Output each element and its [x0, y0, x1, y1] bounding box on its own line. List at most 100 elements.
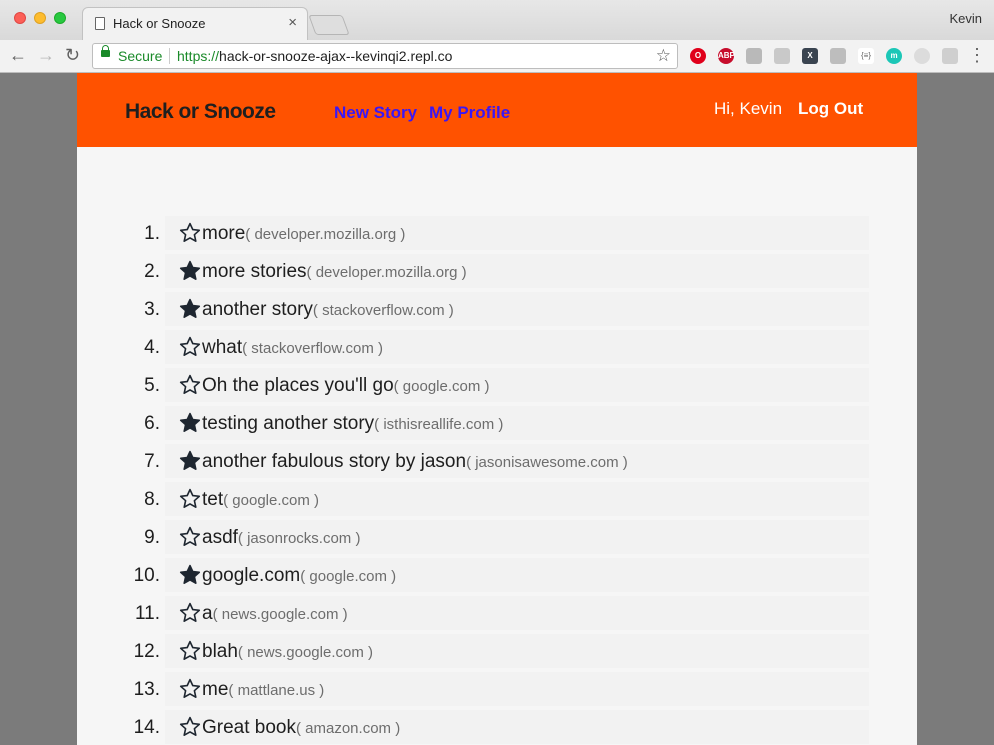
story-title[interactable]: tet	[202, 489, 223, 510]
url-text[interactable]: https://hack-or-snooze-ajax--kevinqi2.re…	[177, 48, 452, 64]
story-row: 7. another fabulous story by jason( jason…	[144, 444, 869, 478]
m-extension-icon[interactable]: m	[886, 48, 902, 64]
filled-star-icon[interactable]	[179, 260, 201, 282]
minimize-window-button[interactable]	[34, 12, 46, 24]
cube-icon[interactable]	[746, 48, 762, 64]
flask-icon[interactable]	[774, 48, 790, 64]
outline-star-icon[interactable]	[179, 678, 201, 700]
story-title[interactable]: blah	[202, 641, 238, 662]
story-title[interactable]: another story	[202, 299, 313, 320]
new-tab-button[interactable]	[308, 15, 350, 35]
back-arrow-icon[interactable]: ←	[9, 45, 27, 65]
url-host: hack-or-snooze-ajax--kevinqi2.repl.co	[219, 48, 453, 64]
filled-star-icon[interactable]	[179, 450, 201, 472]
close-window-button[interactable]	[14, 12, 26, 24]
filled-star-icon[interactable]	[179, 298, 201, 320]
story-hostname: ( amazon.com )	[296, 720, 401, 737]
story-link[interactable]: testing another story( isthisreallife.co…	[202, 413, 503, 435]
window-titlebar: Hack or Snooze × Kevin	[0, 0, 994, 40]
story-hostname: ( google.com )	[223, 492, 319, 509]
story-hostname: ( mattlane.us )	[228, 682, 325, 699]
new-story-link[interactable]: New Story	[334, 103, 417, 123]
story-link[interactable]: Oh the places you'll go( google.com )	[202, 375, 490, 397]
story-number: 2.	[144, 261, 160, 282]
story-number: 5.	[144, 375, 160, 396]
url-scheme: https://	[177, 48, 220, 64]
story-link[interactable]: asdf( jasonrocks.com )	[202, 527, 360, 549]
story-title[interactable]: what	[202, 337, 242, 358]
outline-star-icon[interactable]	[179, 640, 201, 662]
story-title[interactable]: asdf	[202, 527, 238, 548]
story-number: 13.	[133, 679, 160, 700]
story-hostname: ( news.google.com )	[212, 606, 348, 623]
opera-icon[interactable]: O	[690, 48, 706, 64]
address-separator	[169, 48, 170, 64]
outline-star-icon[interactable]	[179, 336, 201, 358]
story-link[interactable]: blah( news.google.com )	[202, 641, 373, 663]
story-number: 6.	[144, 413, 160, 434]
story-title[interactable]: testing another story	[202, 413, 374, 434]
story-row: 11. a( news.google.com )	[135, 596, 869, 630]
x-extension-icon[interactable]: X	[802, 48, 818, 64]
json-icon[interactable]: {≡}	[858, 48, 874, 64]
outline-star-icon[interactable]	[179, 602, 201, 624]
reload-icon[interactable]: ↻	[65, 45, 80, 65]
outline-star-icon[interactable]	[179, 488, 201, 510]
story-hostname: ( stackoverflow.com )	[312, 302, 454, 319]
outline-star-icon[interactable]	[179, 526, 201, 548]
story-title[interactable]: more stories	[202, 261, 307, 282]
circle-extension-icon[interactable]	[914, 48, 930, 64]
story-hostname: ( developer.mozilla.org )	[245, 226, 406, 243]
story-row: 8. tet( google.com )	[144, 482, 869, 516]
user-greeting: Hi, Kevin	[714, 99, 783, 118]
outline-star-icon[interactable]	[179, 374, 201, 396]
story-hostname: ( jasonrocks.com )	[237, 530, 361, 547]
story-title[interactable]: another fabulous story by jason	[202, 451, 466, 472]
story-link[interactable]: another story( stackoverflow.com )	[202, 299, 454, 321]
tab-close-icon[interactable]: ×	[288, 14, 297, 31]
story-number: 8.	[144, 489, 160, 510]
story-number: 7.	[144, 451, 160, 472]
story-link[interactable]: google.com( google.com )	[202, 565, 396, 587]
story-title[interactable]: Oh the places you'll go	[202, 375, 394, 396]
browser-toolbar: ← → ↻ Secure https://hack-or-snooze-ajax…	[0, 40, 994, 73]
page-icon	[95, 17, 105, 30]
story-title[interactable]: Great book	[202, 717, 296, 738]
story-link[interactable]: Great book( amazon.com )	[202, 717, 400, 739]
story-link[interactable]: what( stackoverflow.com )	[202, 337, 383, 359]
story-title[interactable]: more	[202, 223, 245, 244]
outline-star-icon[interactable]	[179, 716, 201, 738]
forward-arrow-icon[interactable]: →	[37, 45, 55, 65]
grid-extension-icon[interactable]	[830, 48, 846, 64]
filled-star-icon[interactable]	[179, 412, 201, 434]
story-hostname: ( google.com )	[393, 378, 490, 395]
profile-name[interactable]: Kevin	[949, 11, 982, 26]
story-link[interactable]: tet( google.com )	[202, 489, 319, 511]
filled-star-icon[interactable]	[179, 564, 201, 586]
story-link[interactable]: me( mattlane.us )	[202, 679, 324, 701]
logout-link[interactable]: Log Out	[798, 99, 863, 119]
story-title[interactable]: a	[202, 603, 213, 624]
story-hostname: ( news.google.com )	[237, 644, 373, 661]
story-link[interactable]: another fabulous story by jason( jasonis…	[202, 451, 628, 473]
address-bar[interactable]: Secure https://hack-or-snooze-ajax--kevi…	[92, 43, 678, 69]
story-title[interactable]: me	[202, 679, 228, 700]
maximize-window-button[interactable]	[54, 12, 66, 24]
menu-icon[interactable]: ⋮	[968, 45, 986, 65]
outline-star-icon[interactable]	[179, 222, 201, 244]
site-brand[interactable]: Hack or Snooze	[125, 100, 276, 124]
my-profile-link[interactable]: My Profile	[429, 103, 510, 123]
story-number: 1.	[144, 223, 160, 244]
lock-icon	[101, 45, 110, 57]
bookmark-star-icon[interactable]: ☆	[656, 46, 671, 66]
adblock-icon[interactable]: ABP	[718, 48, 735, 64]
story-link[interactable]: a( news.google.com )	[202, 603, 348, 625]
browser-tab[interactable]: Hack or Snooze ×	[82, 7, 308, 40]
story-title[interactable]: google.com	[202, 565, 300, 586]
story-link[interactable]: more( developer.mozilla.org )	[202, 223, 405, 245]
story-row: 13. me( mattlane.us )	[134, 672, 869, 706]
story-row: 12. blah( news.google.com )	[134, 634, 869, 668]
frame-extension-icon[interactable]	[942, 48, 958, 64]
story-link[interactable]: more stories( developer.mozilla.org )	[202, 261, 467, 283]
story-number: 12.	[133, 641, 160, 662]
